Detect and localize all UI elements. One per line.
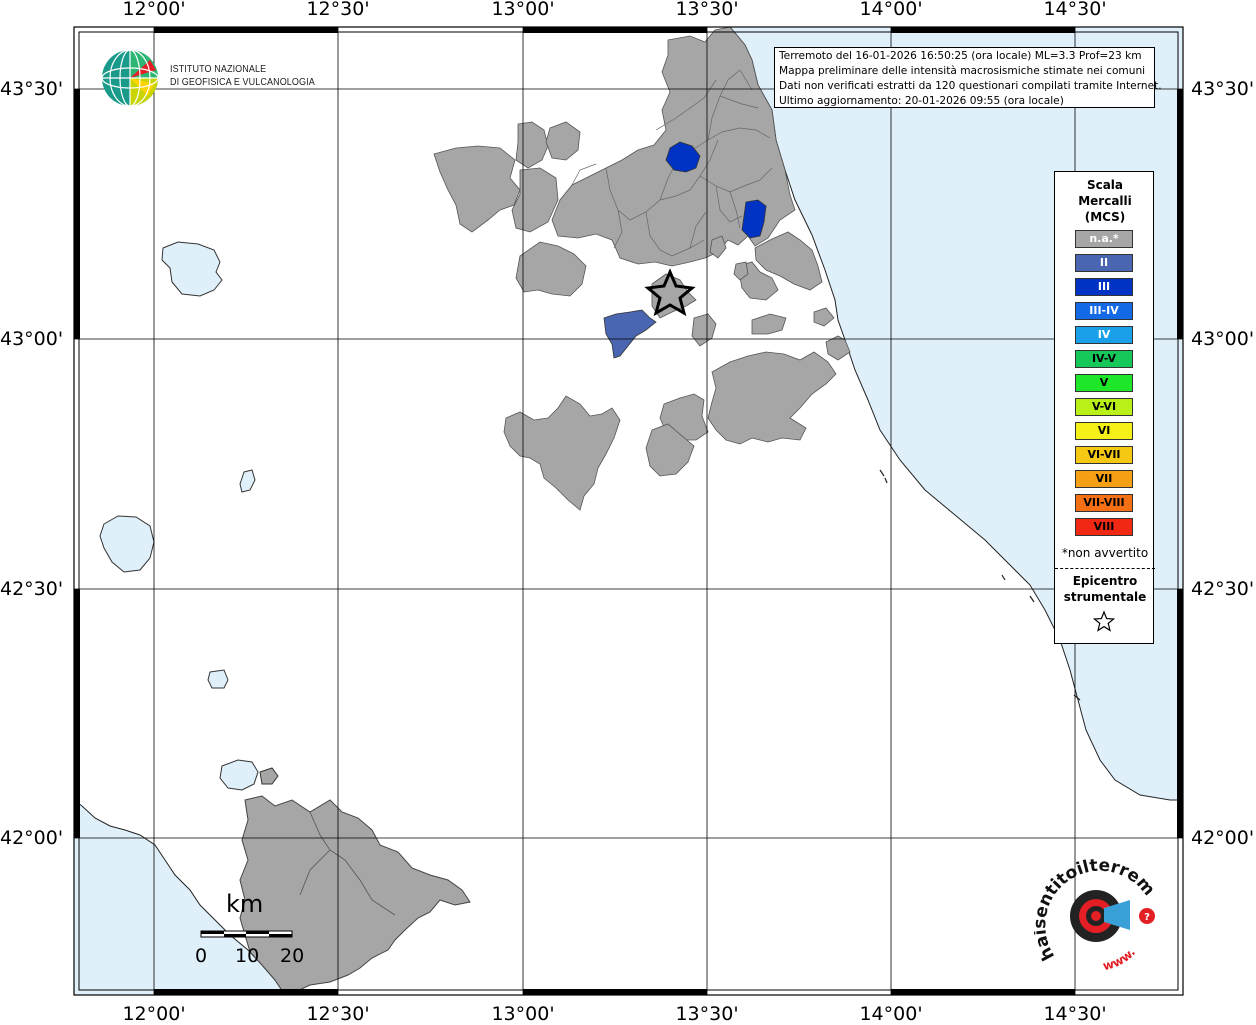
lon-tick-top: 12°30' xyxy=(306,0,370,20)
legend-item: VII xyxy=(1075,470,1133,488)
legend-item: VII-VIII xyxy=(1075,494,1133,512)
lat-tick-right: 43°30' xyxy=(1191,78,1255,100)
ingv-name-line2: DI GEOFISICA E VULCANOLOGIA xyxy=(170,76,315,88)
event-info-line: Mappa preliminare delle intensità macros… xyxy=(779,65,1146,77)
ingv-globe-icon xyxy=(101,49,159,107)
lat-tick-left: 42°30' xyxy=(0,578,64,600)
lat-tick-right: 43°00' xyxy=(1191,328,1255,350)
scalebar-label: 10 xyxy=(235,945,260,967)
lat-tick-right: 42°30' xyxy=(1191,578,1255,600)
ingv-name: ISTITUTO NAZIONALE DI GEOFISICA E VULCAN… xyxy=(170,63,315,89)
legend-title-line: (MCS) xyxy=(1084,210,1126,224)
event-info-box: Terremoto del 16-01-2026 16:50:25 (ora l… xyxy=(774,47,1162,108)
lon-tick-top: 14°30' xyxy=(1043,0,1107,20)
legend-title-line: Mercalli xyxy=(1078,194,1132,208)
lon-tick-top: 13°00' xyxy=(491,0,555,20)
legend-item: IV xyxy=(1075,326,1133,344)
lon-tick-bottom: 14°30' xyxy=(1043,1003,1107,1025)
legend-note: *non avvertito xyxy=(1061,546,1149,560)
lon-tick-bottom: 13°00' xyxy=(491,1003,555,1025)
legend-item: V-VI xyxy=(1075,398,1133,416)
scalebar-unit: km xyxy=(226,890,264,918)
lat-tick-left: 43°00' xyxy=(0,328,64,350)
scale-bar xyxy=(200,930,293,938)
lake-vico xyxy=(207,669,229,689)
legend-item: V xyxy=(1075,374,1133,392)
legend-epicenter-line: Epicentro xyxy=(1072,574,1138,588)
scalebar-label: 0 xyxy=(195,945,208,967)
svg-text:haisentitoilterremoto.it: haisentitoilterremoto.it xyxy=(1034,858,1159,964)
svg-text:www.: www. xyxy=(1101,945,1138,973)
lon-tick-top: 12°00' xyxy=(122,0,186,20)
legend-title: Scala Mercalli (MCS) xyxy=(1055,177,1155,225)
lat-tick-right: 42°00' xyxy=(1191,827,1255,849)
legend-item: III-IV xyxy=(1075,302,1133,320)
haisentito-logo: ? haisentitoilterremoto.it www. xyxy=(1034,858,1164,988)
legend-item: VIII xyxy=(1075,518,1133,536)
legend-separator xyxy=(1055,568,1155,569)
lon-tick-bottom: 12°30' xyxy=(306,1003,370,1025)
legend-item: IV-V xyxy=(1075,350,1133,368)
legend-epicenter-label: Epicentro strumentale xyxy=(1055,573,1155,605)
haisentito-logo-text: haisentitoilterremoto.it www. xyxy=(1034,858,1159,973)
event-info-line: Terremoto del 16-01-2026 16:50:25 (ora l… xyxy=(779,50,1142,62)
scalebar-label: 20 xyxy=(280,945,305,967)
lon-tick-top: 14°00' xyxy=(859,0,923,20)
event-info-line: Dati non verificati estratti da 120 ques… xyxy=(779,80,1162,92)
lat-tick-left: 43°30' xyxy=(0,78,64,100)
legend-item: VI-VII xyxy=(1075,446,1133,464)
ingv-name-line1: ISTITUTO NAZIONALE xyxy=(170,63,267,75)
legend-item: VI xyxy=(1075,422,1133,440)
lat-tick-left: 42°00' xyxy=(0,827,64,849)
intensity-legend: Scala Mercalli (MCS) n.a.* II III III-IV IV I… xyxy=(1054,171,1155,644)
legend-epicenter-line: strumentale xyxy=(1063,590,1147,604)
lon-tick-bottom: 13°30' xyxy=(675,1003,739,1025)
lon-tick-bottom: 14°00' xyxy=(859,1003,923,1025)
legend-item: III xyxy=(1075,278,1133,296)
legend-item: n.a.* xyxy=(1075,230,1133,248)
legend-item: II xyxy=(1075,254,1133,272)
lon-tick-bottom: 12°00' xyxy=(122,1003,186,1025)
epicenter-star-icon xyxy=(1092,610,1116,632)
event-info-line: Ultimo aggiornamento: 20-01-2026 09:55 (… xyxy=(779,95,1064,107)
lon-tick-top: 13°30' xyxy=(675,0,739,20)
legend-title-line: Scala xyxy=(1086,178,1124,192)
